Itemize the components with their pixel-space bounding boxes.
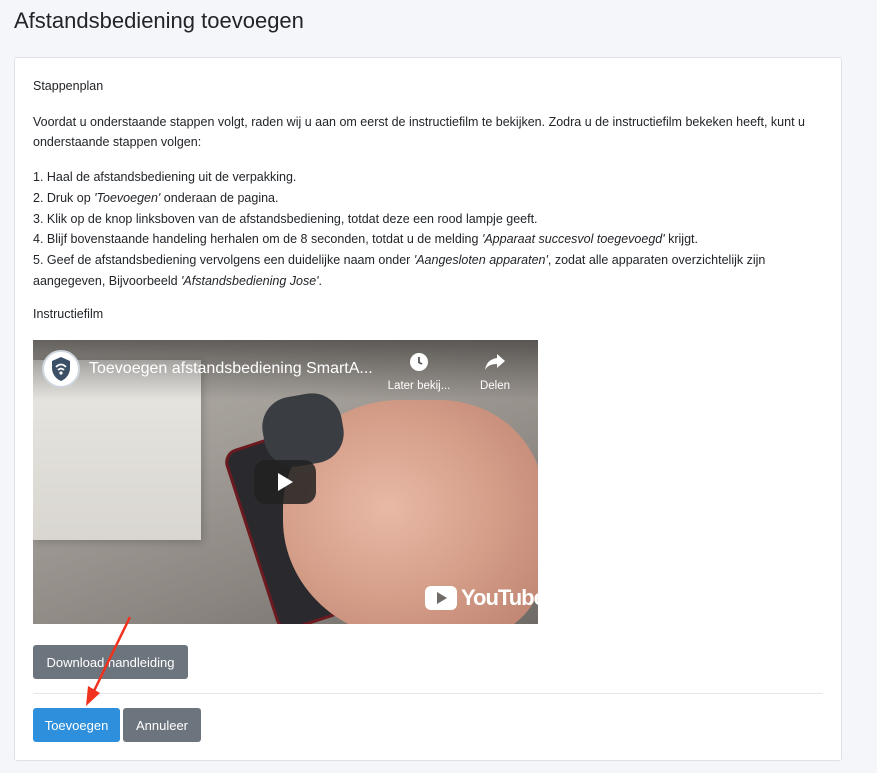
share-label: Delen <box>479 380 511 392</box>
watch-later-button[interactable]: Later bekij... <box>383 352 455 392</box>
watch-later-label: Later bekij... <box>387 380 451 392</box>
step-item: 2. Druk op 'Toevoegen' onderaan de pagin… <box>33 190 279 205</box>
cancel-button[interactable]: Annuleer <box>123 708 201 742</box>
step-item: 3. Klik op de knop linksboven van de afs… <box>33 211 538 226</box>
video-title[interactable]: Toevoegen afstandsbediening SmartA... <box>89 360 379 378</box>
clock-icon <box>383 352 455 374</box>
divider <box>33 693 823 694</box>
stappenplan-label: Stappenplan <box>33 79 104 93</box>
youtube-wordmark: YouTube <box>461 585 538 610</box>
video-player[interactable]: Toevoegen afstandsbediening SmartA... La… <box>33 340 538 624</box>
share-button[interactable]: Delen <box>473 352 517 392</box>
play-button[interactable] <box>254 460 316 504</box>
share-icon <box>473 352 517 374</box>
step-item: 1. Haal de afstandsbediening uit de verp… <box>33 170 297 184</box>
add-button[interactable]: Toevoegen <box>33 708 120 742</box>
step-item: 4. Blijf bovenstaande handeling herhalen… <box>33 232 698 247</box>
page-title: Afstandsbediening toevoegen <box>14 8 304 33</box>
shield-wifi-icon[interactable] <box>42 350 80 388</box>
add-remote-card: Stappenplan Voordat u onderstaande stapp… <box>14 57 842 761</box>
youtube-logo-icon[interactable]: YouTube <box>425 585 538 611</box>
instructiefilm-label: Instructiefilm <box>33 307 104 321</box>
download-manual-button[interactable]: Download handleiding <box>33 645 188 679</box>
play-icon <box>278 473 293 491</box>
steps-list: 1. Haal de afstandsbediening uit de verp… <box>33 167 823 292</box>
step-item: 5. Geef de afstandsbediening vervolgens … <box>33 253 766 288</box>
intro-text: Voordat u onderstaande stappen volgt, ra… <box>33 115 805 149</box>
